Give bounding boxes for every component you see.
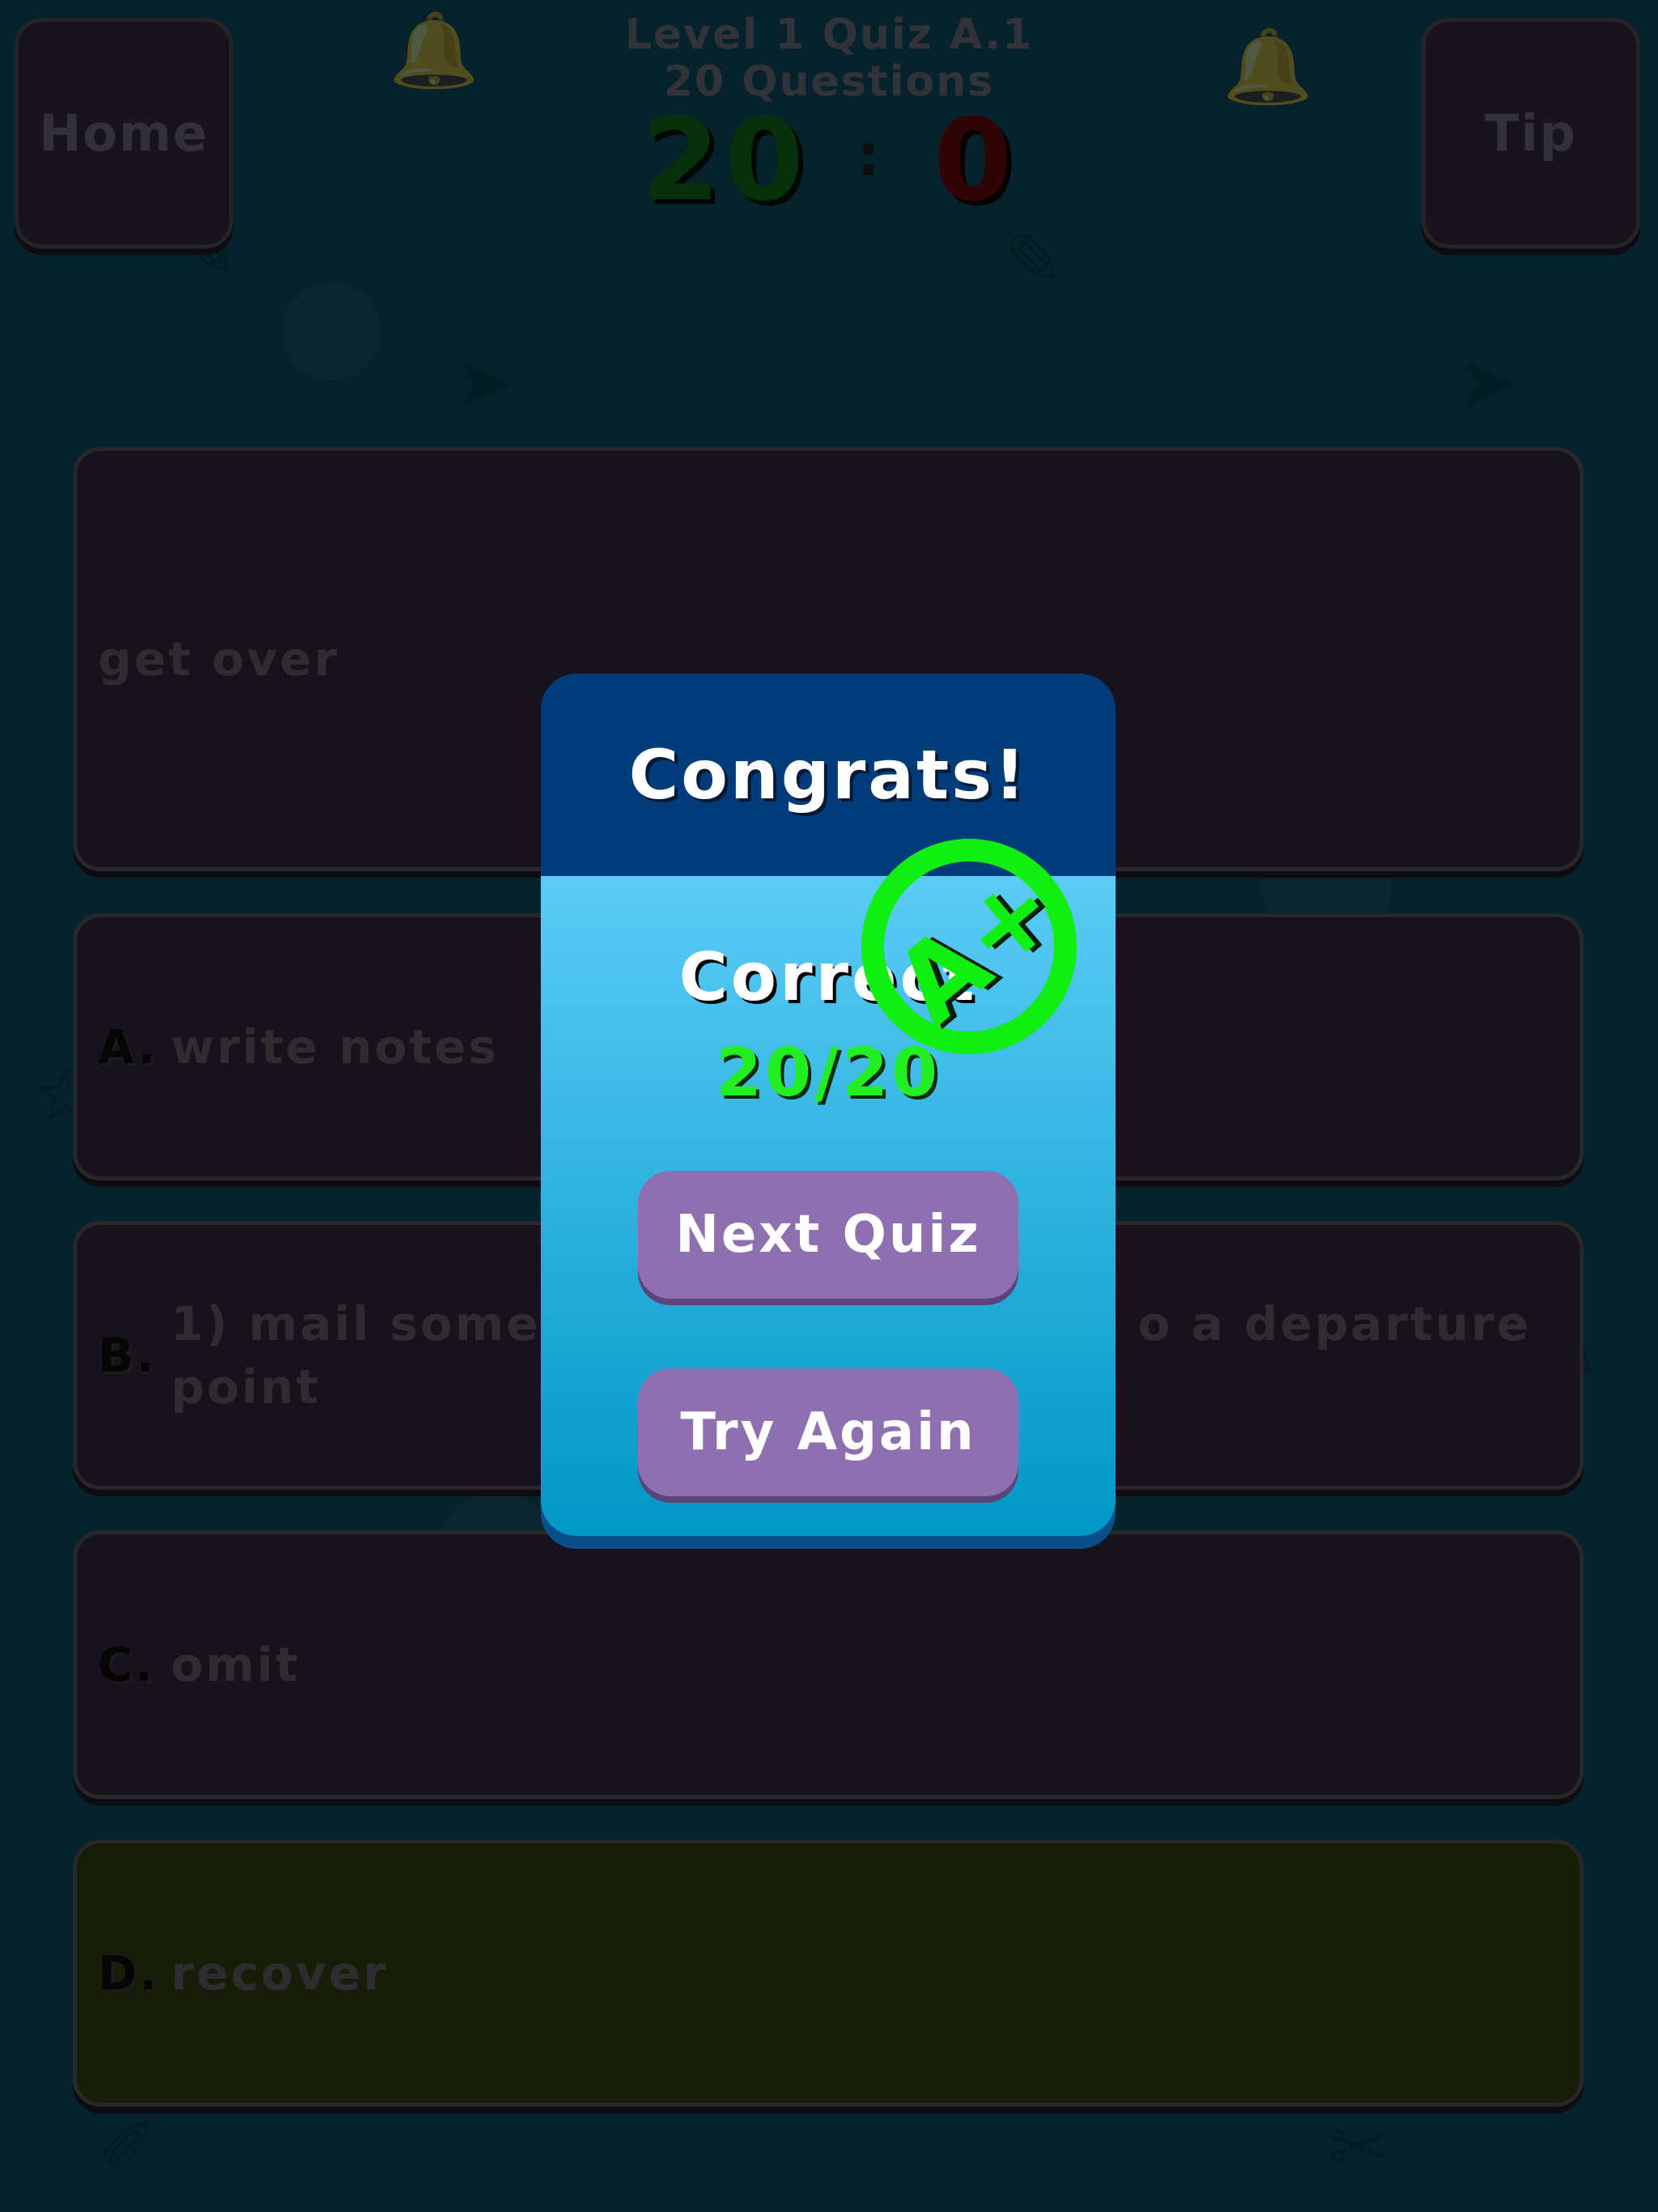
option-text: write notes (171, 1019, 500, 1074)
paper-plane-icon: ➤ (1457, 340, 1519, 425)
option-text: omit (171, 1637, 300, 1692)
question-text: get over (98, 632, 340, 687)
option-c[interactable]: C. omit (73, 1530, 1584, 1799)
option-text-line1-end: o a departure (1137, 1296, 1531, 1351)
grade-badge: A+ (861, 839, 1081, 1054)
quiz-level-title: Level 1 Quiz A.1 (624, 11, 1034, 59)
wrong-count: 0 (933, 95, 1018, 227)
option-d-selected[interactable]: D. recover (73, 1840, 1584, 2107)
modal-title: Congrats! (628, 735, 1028, 815)
option-letter: D. (98, 1946, 160, 2001)
try-again-button[interactable]: Try Again (638, 1368, 1018, 1496)
paper-plane-icon: ➤ (453, 340, 515, 425)
option-text-line1: 1) mail someth (171, 1296, 602, 1351)
quiz-title: Level 1 Quiz A.1 20 Questions (0, 11, 1658, 105)
scissors-icon: ✂ (1328, 2105, 1389, 2190)
option-text: recover (171, 1946, 389, 2001)
scoreboard: 20:0 (0, 99, 1658, 218)
next-quiz-button[interactable]: Next Quiz (638, 1171, 1018, 1299)
modal-header: Congrats! (541, 674, 1116, 876)
next-quiz-label: Next Quiz (675, 1205, 981, 1265)
grade-text: A+ (871, 844, 1082, 1049)
option-letter: A. (98, 1019, 158, 1074)
pencil-icon: ✎ (1004, 219, 1065, 304)
correct-score: 20/20 (715, 1035, 942, 1112)
option-letter: C. (98, 1637, 155, 1692)
score-separator: : (857, 122, 885, 189)
option-letter: B. (98, 1328, 157, 1383)
correct-count: 20 (640, 95, 809, 227)
try-again-label: Try Again (680, 1402, 976, 1462)
book-icon: ✐ (97, 2105, 159, 2190)
